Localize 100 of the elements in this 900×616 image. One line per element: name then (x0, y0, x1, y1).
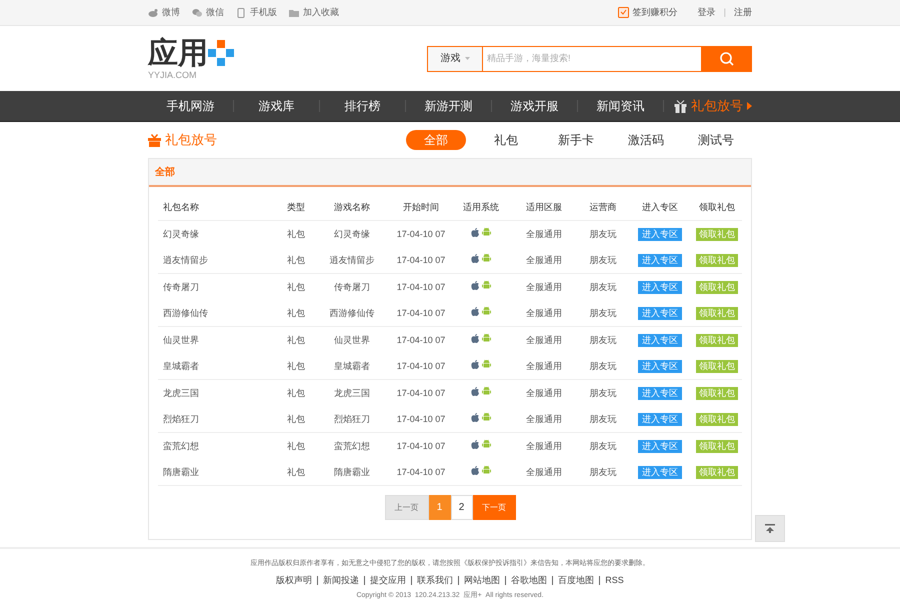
enter-zone-button[interactable]: 进入专区 (638, 280, 682, 294)
folder-icon (289, 8, 299, 18)
table-cell-text: 蛮荒幻想 (333, 440, 371, 452)
table-cell-text: 礼包 (286, 386, 306, 400)
apple-icon (471, 440, 479, 449)
apple-icon (471, 228, 479, 237)
apple-icon (471, 360, 479, 369)
footer-link[interactable]: 联系我们 (417, 574, 454, 587)
table-cell-text: 皇城霸者 (162, 360, 200, 372)
enter-zone-button[interactable]: 进入专区 (638, 334, 682, 347)
search-button[interactable] (701, 46, 752, 72)
enter-zone-button[interactable]: 进入专区 (638, 466, 682, 479)
footer-link[interactable]: 谷歌地图 (511, 574, 548, 587)
apple-icon (471, 412, 479, 422)
next-page-button[interactable]: 下一页 (472, 495, 516, 520)
table-cell-text: 西游修仙传 (328, 306, 376, 320)
table-cell-text: 隋唐霸业 (333, 466, 371, 478)
table-cell-text: 龙虎三国 (333, 386, 371, 400)
nav-item[interactable]: 游戏库 (234, 97, 319, 115)
table-cell-text: 全服通用 (525, 306, 563, 320)
table-cell-text: 龙虎三国 (162, 386, 200, 400)
android-icon (482, 359, 491, 370)
search-field[interactable]: 精品手游，海量搜索! (483, 46, 701, 72)
android-icon (482, 253, 491, 264)
enter-zone-button[interactable]: 进入专区 (638, 386, 682, 400)
panel-title: 全部 (155, 166, 175, 180)
table-cell-text: 朋友玩 (588, 280, 618, 294)
table-cell-text: 17-04-10 07 (396, 440, 446, 452)
enter-zone-button[interactable]: 进入专区 (638, 228, 682, 241)
table-cell-text: 礼包 (286, 254, 306, 266)
search-icon (720, 52, 734, 66)
logo-domain: YYJIA.COM (148, 70, 198, 80)
page-button[interactable]: 2 (450, 495, 472, 520)
apple-icon (471, 280, 479, 290)
android-icon (482, 386, 491, 396)
column-header: 类型 (286, 200, 306, 214)
back-to-top-button[interactable] (755, 515, 785, 542)
top-link[interactable]: 手机版 (236, 6, 277, 20)
cross-squares-logo-icon (208, 40, 234, 66)
top-link[interactable]: 微信 (192, 6, 224, 20)
category-dropdown[interactable]: 游戏 (427, 46, 483, 72)
filter-tab[interactable]: 全部 (406, 130, 466, 150)
top-link[interactable]: 微博 (148, 6, 180, 20)
up-arrow-icon (765, 524, 775, 533)
enter-zone-button[interactable]: 进入专区 (638, 440, 682, 453)
nav-item[interactable]: 排行榜 (320, 97, 405, 115)
footer-link[interactable]: 版权声明 (276, 574, 312, 587)
checkin-link[interactable]: 签到赚积分 (618, 6, 678, 20)
nav-item[interactable]: 新闻资讯 (578, 97, 663, 115)
footer-link[interactable]: 网站地图 (464, 574, 500, 587)
android-icon (482, 412, 491, 422)
filter-tab[interactable]: 礼包 (476, 130, 536, 150)
register-link[interactable]: 注册 (734, 6, 752, 20)
column-header: 进入专区 (641, 200, 679, 214)
right-triangle-icon (747, 102, 752, 110)
nav-item[interactable]: 游戏开服 (492, 97, 577, 115)
enter-zone-button[interactable]: 进入专区 (638, 360, 682, 373)
table-cell-text: 逍友情留步 (328, 254, 376, 266)
footer-link[interactable]: 提交应用 (370, 574, 406, 587)
enter-zone-button[interactable]: 进入专区 (638, 306, 682, 320)
table-cell-text: 礼包 (286, 334, 306, 346)
login-link[interactable]: 登录 (698, 6, 716, 20)
chat-bubbles-icon (192, 8, 202, 18)
filter-tab[interactable]: 新手卡 (546, 130, 606, 150)
column-header: 开始时间 (402, 200, 440, 214)
enter-zone-button[interactable]: 进入专区 (638, 412, 682, 426)
android-icon (482, 333, 491, 344)
table-cell-text: 全服通用 (525, 466, 563, 478)
table-cell-text: 幻灵奇缘 (162, 228, 200, 240)
table-cell-text: 17-04-10 07 (396, 280, 446, 294)
table-cell-text: 礼包 (286, 440, 306, 452)
column-header: 礼包名称 (162, 200, 200, 214)
footer-link[interactable]: 新闻投递 (323, 574, 360, 587)
table-cell-text: 礼包 (286, 306, 306, 320)
column-header: 领取礼包 (698, 200, 736, 214)
apple-icon (471, 254, 479, 263)
filter-tab[interactable]: 激活码 (616, 130, 676, 150)
table-cell-text: 礼包 (286, 280, 306, 294)
top-link[interactable]: 加入收藏 (289, 6, 339, 20)
gift-icon (674, 100, 687, 112)
filter-tab[interactable]: 测试号 (686, 130, 746, 150)
logo-text: 应用 (148, 38, 208, 70)
table-cell-text: 全服通用 (525, 440, 563, 452)
table-cell-text: 蛮荒幻想 (162, 440, 200, 452)
footer-link[interactable]: RSS (605, 574, 624, 587)
table-cell-text: 全服通用 (525, 254, 563, 266)
table-cell-text: 传奇屠刀 (162, 280, 200, 294)
table-cell-text: 17-04-10 07 (396, 412, 446, 426)
footer-link[interactable]: 百度地图 (558, 574, 594, 587)
caret-icon (464, 57, 470, 60)
enter-zone-button[interactable]: 进入专区 (638, 254, 682, 267)
table-cell-text: 朋友玩 (588, 254, 618, 266)
table-cell-text: 礼包 (286, 228, 306, 240)
android-icon (482, 439, 491, 450)
nav-item[interactable]: 新游开测 (406, 97, 491, 115)
gift-nav-link[interactable]: 礼包放号 (664, 96, 752, 116)
table-cell-text: 仙灵世界 (333, 334, 371, 346)
table-cell-text: 朋友玩 (588, 412, 618, 426)
nav-item[interactable]: 手机网游 (148, 97, 233, 115)
apple-icon (471, 306, 479, 316)
